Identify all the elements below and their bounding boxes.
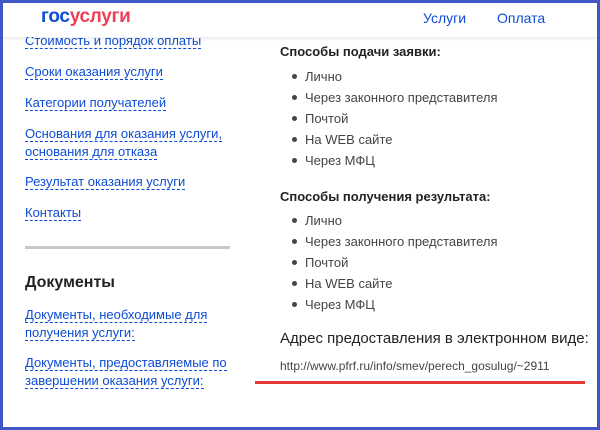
highlight-underline bbox=[255, 381, 585, 384]
list-item: На WEB сайте bbox=[290, 273, 498, 294]
gosuslugi-logo[interactable]: госуслуги bbox=[41, 6, 131, 28]
sidebar-link-categories[interactable]: Категории получателей bbox=[25, 94, 167, 112]
docs-link-required[interactable]: Документы, необходимые для bbox=[25, 306, 208, 324]
bullet-icon bbox=[292, 302, 297, 307]
sidebar-link-terms[interactable]: Сроки оказания услуги bbox=[25, 63, 163, 81]
docs-link-required-text-2: получения услуги: bbox=[25, 325, 135, 341]
sidebar-link-categories-text: Категории получателей bbox=[25, 95, 167, 111]
list-item-text: Почтой bbox=[305, 111, 349, 126]
sidebar-link-grounds-text-2: основания для отказа bbox=[25, 144, 158, 160]
submission-methods-title: Способы подачи заявки: bbox=[280, 44, 441, 59]
sidebar-link-grounds-text: Основания для оказания услуги, bbox=[25, 126, 223, 142]
bullet-icon bbox=[292, 137, 297, 142]
list-item: Почтой bbox=[290, 252, 498, 273]
list-item: Через законного представителя bbox=[290, 231, 498, 252]
list-item: Через МФЦ bbox=[290, 294, 498, 315]
docs-link-required-text: Документы, необходимые для bbox=[25, 307, 208, 323]
sidebar-link-result[interactable]: Результат оказания услуги bbox=[25, 173, 186, 191]
list-item: На WEB сайте bbox=[290, 129, 498, 150]
bullet-icon bbox=[292, 281, 297, 286]
list-item: Лично bbox=[290, 66, 498, 87]
list-item-text: Через законного представителя bbox=[305, 234, 498, 249]
electronic-address-label: Адрес предоставления в электронном виде: bbox=[280, 330, 589, 347]
submission-methods-list: Лично Через законного представителя Почт… bbox=[290, 66, 498, 171]
bullet-icon bbox=[292, 95, 297, 100]
list-item: Лично bbox=[290, 210, 498, 231]
screenshot-frame: госуслуги Услуги Оплата Стоимость и поря… bbox=[0, 0, 600, 430]
list-item-text: Почтой bbox=[305, 255, 349, 270]
docs-link-provided-text-2: завершении оказания услуги: bbox=[25, 373, 204, 389]
list-item-text: Через МФЦ bbox=[305, 153, 375, 168]
sidebar-link-contacts-text: Контакты bbox=[25, 205, 82, 221]
electronic-address-url[interactable]: http://www.pfrf.ru/info/smev/perech_gosu… bbox=[280, 359, 550, 373]
result-methods-title: Способы получения результата: bbox=[280, 189, 491, 204]
sidebar-link-grounds[interactable]: Основания для оказания услуги, bbox=[25, 125, 223, 143]
docs-link-provided[interactable]: Документы, предоставляемые по bbox=[25, 354, 227, 372]
list-item-text: На WEB сайте bbox=[305, 276, 393, 291]
bullet-icon bbox=[292, 116, 297, 121]
site-header: госуслуги Услуги Оплата bbox=[3, 3, 597, 37]
list-item: Почтой bbox=[290, 108, 498, 129]
sidebar-link-grounds-line2[interactable]: основания для отказа bbox=[25, 143, 158, 161]
result-methods-list: Лично Через законного представителя Почт… bbox=[290, 210, 498, 315]
docs-link-provided-text: Документы, предоставляемые по bbox=[25, 355, 227, 371]
list-item-text: Через МФЦ bbox=[305, 297, 375, 312]
list-item: Через МФЦ bbox=[290, 150, 498, 171]
sidebar-divider bbox=[25, 246, 230, 249]
sidebar-link-terms-text: Сроки оказания услуги bbox=[25, 64, 163, 80]
list-item-text: На WEB сайте bbox=[305, 132, 393, 147]
logo-part-uslugi: услуги bbox=[69, 6, 131, 27]
sidebar-link-result-text: Результат оказания услуги bbox=[25, 174, 186, 190]
documents-heading: Документы bbox=[25, 274, 115, 291]
list-item-text: Лично bbox=[305, 69, 342, 84]
bullet-icon bbox=[292, 260, 297, 265]
list-item-text: Через законного представителя bbox=[305, 90, 498, 105]
bullet-icon bbox=[292, 218, 297, 223]
bullet-icon bbox=[292, 158, 297, 163]
list-item: Через законного представителя bbox=[290, 87, 498, 108]
nav-services-link[interactable]: Услуги bbox=[423, 10, 466, 26]
bullet-icon bbox=[292, 74, 297, 79]
bullet-icon bbox=[292, 239, 297, 244]
list-item-text: Лично bbox=[305, 213, 342, 228]
nav-payment-link[interactable]: Оплата bbox=[497, 10, 545, 26]
logo-part-gos: гос bbox=[41, 6, 70, 27]
docs-link-provided-line2[interactable]: завершении оказания услуги: bbox=[25, 372, 204, 390]
docs-link-required-line2[interactable]: получения услуги: bbox=[25, 324, 135, 342]
sidebar-link-contacts[interactable]: Контакты bbox=[25, 204, 82, 222]
